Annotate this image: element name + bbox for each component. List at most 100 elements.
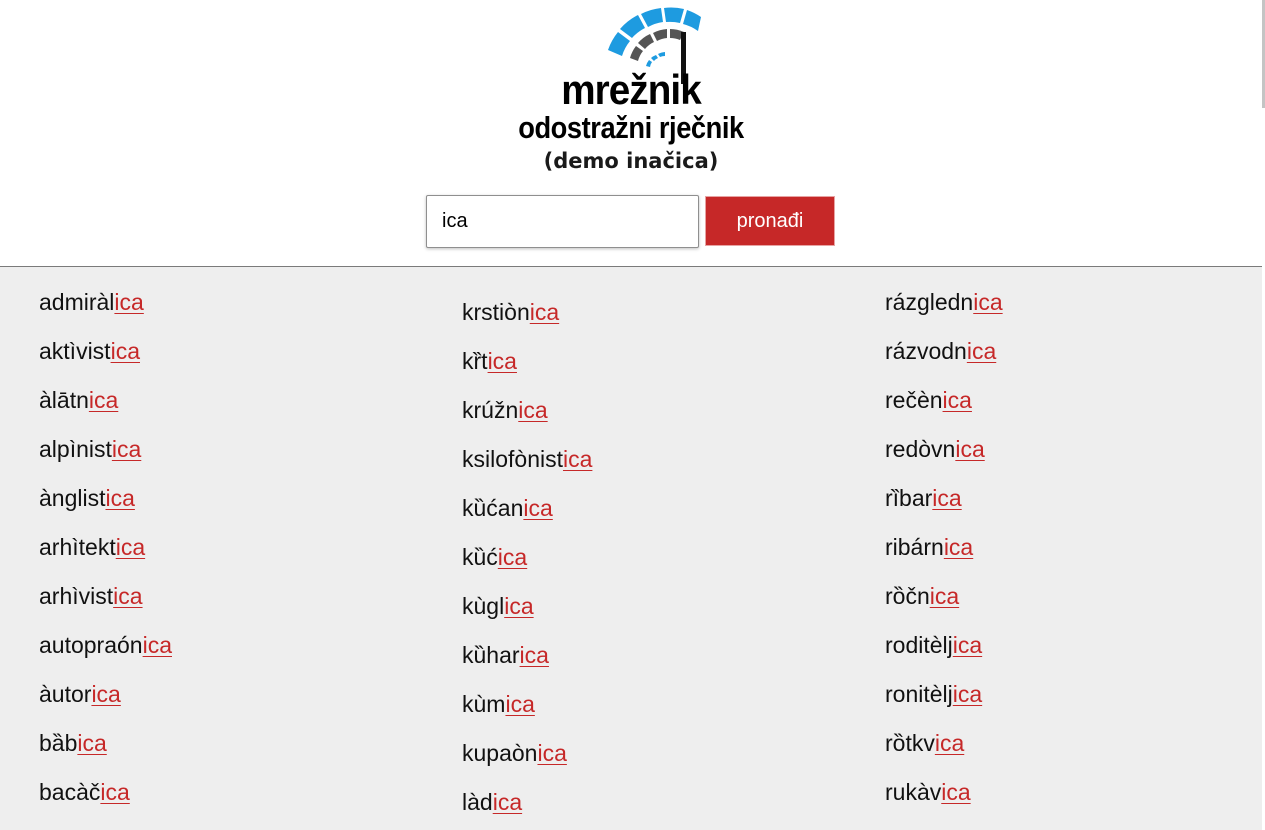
result-suffix: ica: [487, 348, 517, 374]
result-suffix: ica: [955, 436, 985, 462]
result-link[interactable]: admiràlica: [39, 287, 144, 317]
search-button[interactable]: pronađi: [705, 196, 835, 246]
result-link[interactable]: kùmica: [462, 689, 535, 719]
result-suffix: ica: [111, 436, 142, 462]
result-suffix: ica: [973, 289, 1003, 315]
result-stem: kupaòn: [462, 740, 538, 766]
result-stem: rečèn: [885, 387, 943, 413]
result-stem: àutor: [39, 681, 92, 707]
result-stem: kȕćan: [462, 495, 524, 521]
result-stem: ribárn: [885, 534, 944, 560]
result-link[interactable]: àlātnica: [39, 385, 118, 415]
result-link[interactable]: krstiònica: [462, 297, 559, 327]
result-stem: aktìvist: [39, 338, 111, 364]
result-suffix: ica: [113, 583, 143, 609]
result-link[interactable]: rȉbarica: [885, 483, 962, 513]
result-suffix: ica: [115, 534, 146, 560]
result-link[interactable]: roditèljica: [885, 630, 982, 660]
result-suffix: ica: [497, 544, 528, 570]
result-suffix: ica: [929, 583, 960, 609]
result-suffix: ica: [519, 642, 549, 668]
subtitle: (demo inačica): [543, 149, 719, 173]
result-stem: redòvn: [885, 436, 956, 462]
search-input[interactable]: [426, 195, 699, 248]
result-stem: autopraón: [39, 632, 143, 658]
result-link[interactable]: kȕćica: [462, 542, 527, 572]
result-link[interactable]: redòvnica: [885, 434, 985, 464]
result-link[interactable]: alpìnistica: [39, 434, 141, 464]
result-suffix: ica: [505, 691, 535, 717]
result-suffix: ica: [100, 779, 130, 805]
result-suffix: ica: [114, 289, 144, 315]
result-stem: bacàč: [39, 779, 101, 805]
result-link[interactable]: kȕharica: [462, 640, 549, 670]
result-link[interactable]: kȕćanica: [462, 493, 553, 523]
result-stem: arhìvist: [39, 583, 114, 609]
result-link[interactable]: làdica: [462, 787, 522, 817]
result-suffix: ica: [966, 338, 997, 364]
result-suffix: ica: [537, 740, 567, 766]
result-suffix: ica: [941, 779, 971, 805]
result-link[interactable]: rȍčnica: [885, 581, 959, 611]
page: mrežnik odostražni rječnik (demo inačica…: [0, 0, 1265, 830]
result-suffix: ica: [952, 681, 983, 707]
result-link[interactable]: arhìvistica: [39, 581, 143, 611]
result-stem: alpìnist: [39, 436, 112, 462]
result-link[interactable]: arhìtektica: [39, 532, 145, 562]
tagline: odostražni rječnik: [518, 110, 744, 145]
result-link[interactable]: ronitèljica: [885, 679, 982, 709]
result-link[interactable]: kupaònica: [462, 738, 567, 768]
result-stem: kùm: [462, 691, 506, 717]
result-stem: kȑt: [462, 348, 488, 374]
result-link[interactable]: rázglednica: [885, 287, 1003, 317]
result-suffix: ica: [943, 534, 974, 560]
result-stem: rukàv: [885, 779, 942, 805]
result-suffix: ica: [562, 446, 593, 472]
result-suffix: ica: [932, 485, 962, 511]
result-stem: bȁb: [39, 730, 78, 756]
result-link[interactable]: aktìvistica: [39, 336, 140, 366]
result-suffix: ica: [529, 299, 560, 325]
result-suffix: ica: [91, 681, 121, 707]
result-stem: kȕhar: [462, 642, 520, 668]
result-stem: àlātn: [39, 387, 89, 413]
result-suffix: ica: [952, 632, 983, 658]
result-link[interactable]: ribárnica: [885, 532, 973, 562]
result-suffix: ica: [518, 397, 548, 423]
result-suffix: ica: [110, 338, 140, 364]
result-link[interactable]: rázvodnica: [885, 336, 996, 366]
result-suffix: ica: [88, 387, 119, 413]
header: mrežnik odostražni rječnik (demo inačica…: [0, 0, 1262, 266]
result-stem: roditèlj: [885, 632, 953, 658]
result-link[interactable]: kȑtica: [462, 346, 517, 376]
result-stem: rȍtkv: [885, 730, 935, 756]
result-suffix: ica: [523, 495, 553, 521]
result-stem: làd: [462, 789, 493, 815]
result-link[interactable]: ksilofònistica: [462, 444, 592, 474]
result-stem: ronitèlj: [885, 681, 953, 707]
result-link[interactable]: krúžnica: [462, 395, 548, 425]
result-stem: rȉbar: [885, 485, 933, 511]
result-link[interactable]: bȁbica: [39, 728, 107, 758]
result-suffix: ica: [934, 730, 965, 756]
result-stem: rázgledn: [885, 289, 974, 315]
result-suffix: ica: [942, 387, 972, 413]
result-stem: krúžn: [462, 397, 519, 423]
result-link[interactable]: autopraónica: [39, 630, 172, 660]
result-link[interactable]: rȍtkvica: [885, 728, 964, 758]
result-suffix: ica: [142, 632, 172, 658]
brand-name: mrežnik: [561, 66, 702, 113]
result-suffix: ica: [105, 485, 135, 511]
result-link[interactable]: rečènica: [885, 385, 972, 415]
result-suffix: ica: [492, 789, 523, 815]
result-link[interactable]: kùglica: [462, 591, 534, 621]
result-stem: ànglist: [39, 485, 106, 511]
result-stem: rázvodn: [885, 338, 967, 364]
result-link[interactable]: ànglistica: [39, 483, 135, 513]
result-link[interactable]: rukàvica: [885, 777, 971, 807]
result-link[interactable]: bacàčica: [39, 777, 130, 807]
result-stem: krstiòn: [462, 299, 530, 325]
result-stem: kùgl: [462, 593, 505, 619]
results-list: admiràlica aktìvistica àlātnica alpìnistica…: [0, 267, 1262, 830]
result-link[interactable]: àutorica: [39, 679, 121, 709]
